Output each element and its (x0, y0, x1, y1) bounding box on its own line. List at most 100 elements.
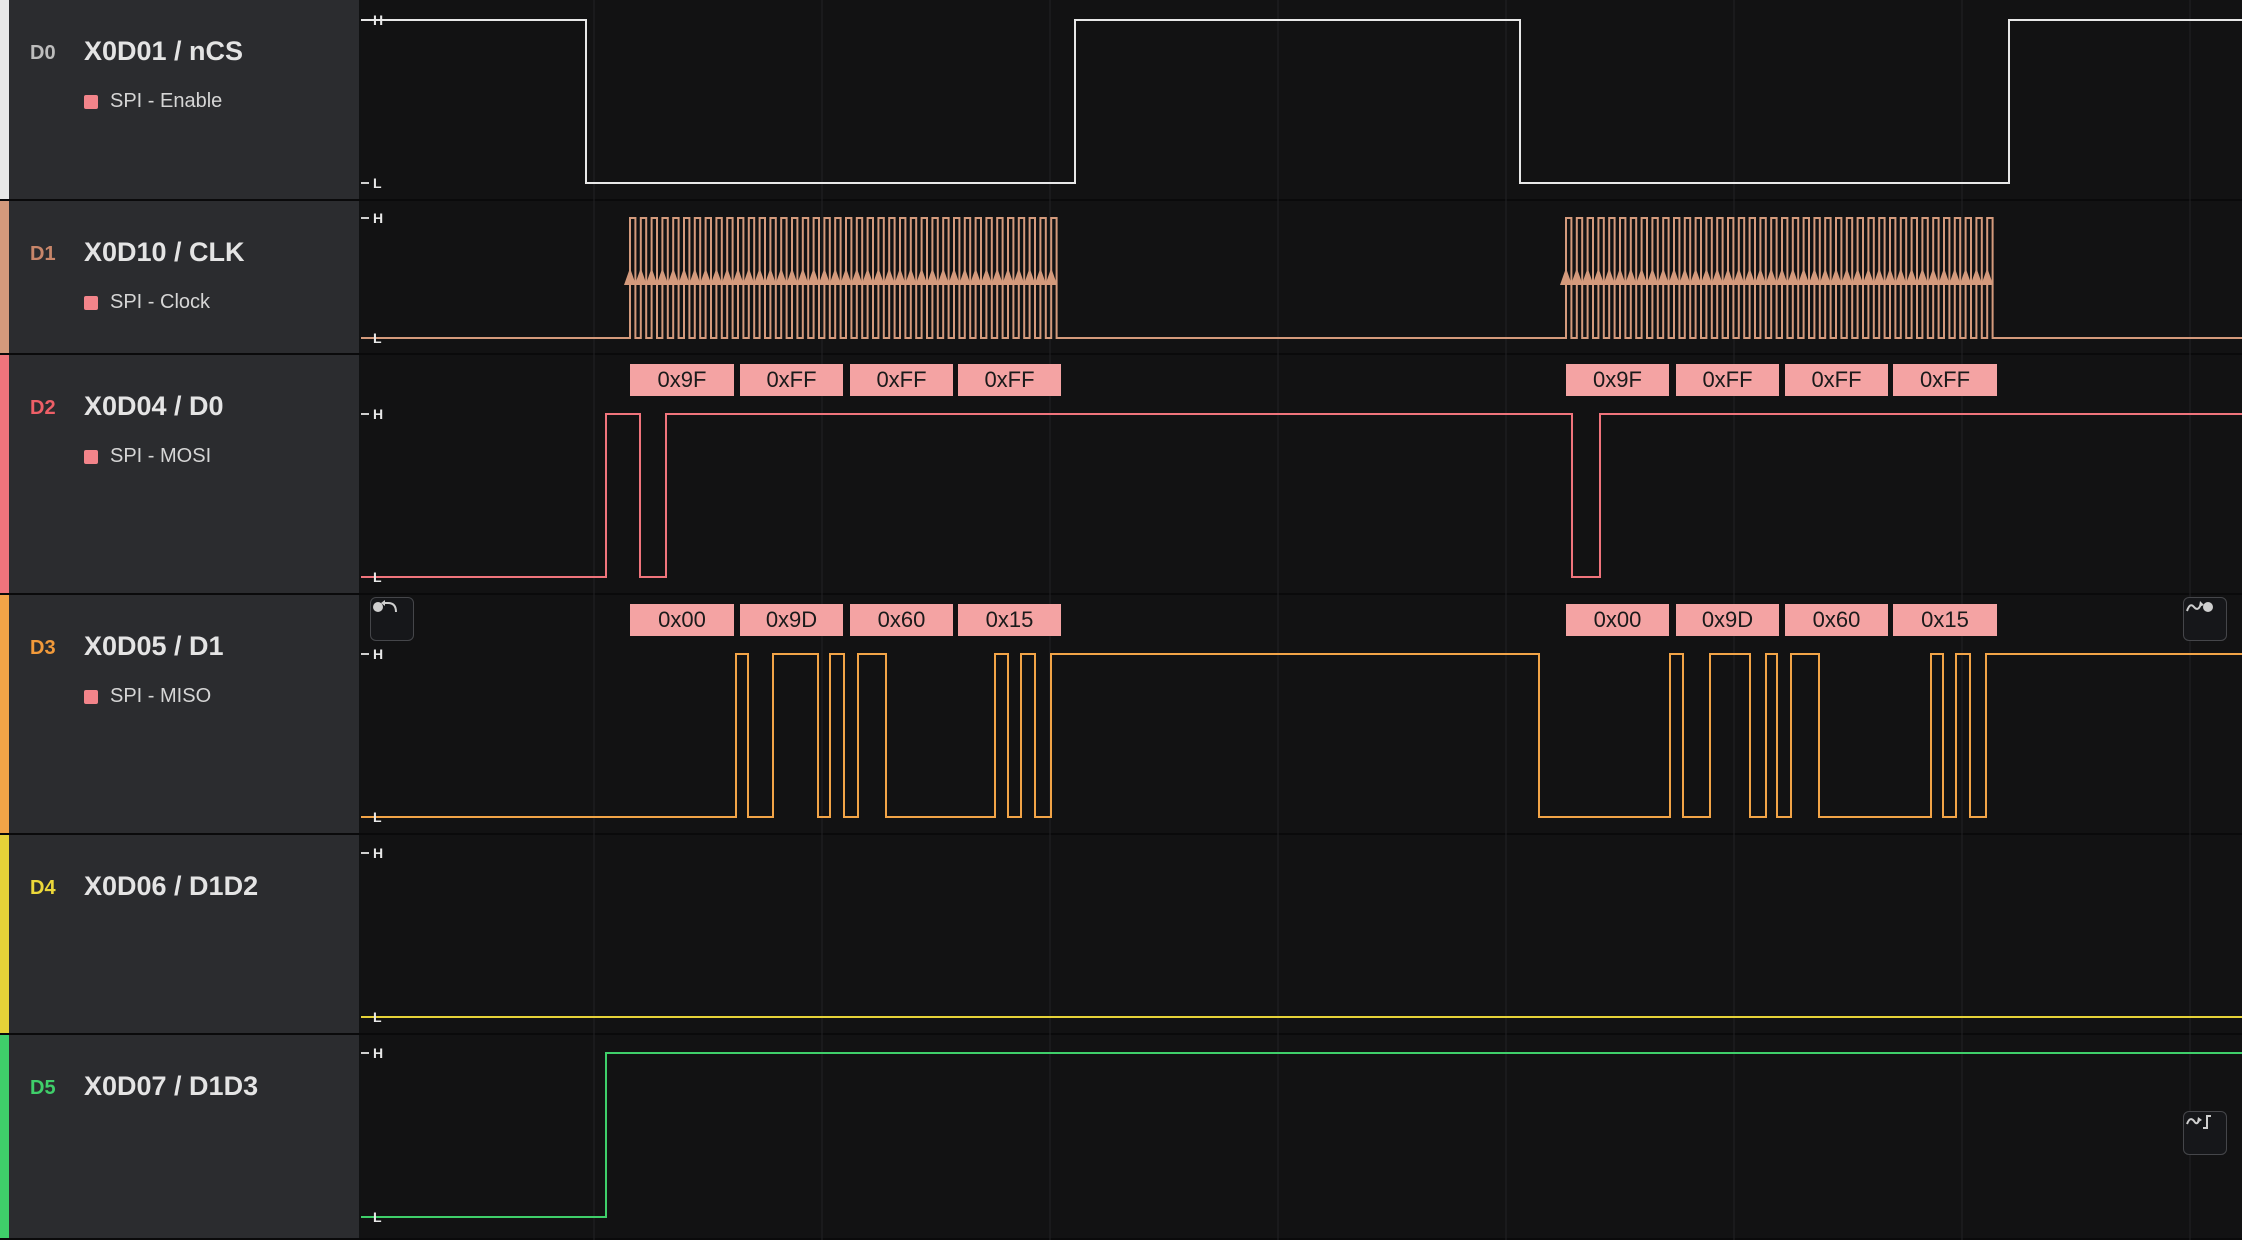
clock-edge-marker (1722, 268, 1734, 285)
clock-edge-marker (645, 268, 658, 285)
clock-edge-marker (732, 268, 744, 285)
decoded-byte[interactable]: 0x15 (1893, 604, 1997, 636)
waveform-svg (361, 835, 2242, 1035)
clock-edge-marker (1560, 268, 1572, 285)
clock-edge-marker (1603, 268, 1616, 285)
clock-edge-marker (818, 268, 831, 285)
analyzer-label: SPI - MOSI (110, 445, 212, 467)
clock-edge-marker (1916, 268, 1929, 285)
low-level-label: L (373, 330, 382, 346)
waveform-area[interactable]: 0x00 0x9D 0x60 0x15 0x00 0x9D 0x60 0x15 H L (361, 595, 2242, 835)
jump-previous-edge-button[interactable] (370, 597, 414, 641)
channel-row-d5: D5 X0D07 / D1D3 H L (0, 1035, 2242, 1240)
channel-name[interactable]: X0D04 / D0 (84, 391, 224, 422)
waveform-area[interactable]: HL (361, 835, 2242, 1035)
decoded-byte[interactable]: 0x60 (1785, 604, 1888, 636)
clock-edge-marker (1034, 268, 1047, 285)
clock-edge-marker (699, 268, 712, 285)
channel-name[interactable]: X0D05 / D1 (84, 631, 224, 662)
waveform-area[interactable]: HL (361, 0, 2242, 201)
channel-name[interactable]: X0D10 / CLK (84, 237, 245, 268)
clock-edge-marker (1948, 268, 1961, 285)
decoded-byte-value: 0x15 (1921, 607, 1969, 632)
analyzer-label: SPI - Enable (110, 90, 223, 112)
waveform-area[interactable]: HL (361, 1035, 2242, 1240)
channel-id: D2 (30, 397, 56, 419)
jump-previous-edge-icon (373, 600, 397, 613)
channel-name[interactable]: X0D06 / D1D2 (84, 871, 258, 902)
decoded-byte[interactable]: 0x9D (740, 604, 843, 636)
channel-name[interactable]: X0D07 / D1D3 (84, 1071, 258, 1102)
decoded-byte[interactable]: 0xFF (1785, 364, 1888, 396)
decoded-byte[interactable]: 0xFF (850, 364, 953, 396)
next-transition-button[interactable] (2183, 1111, 2227, 1155)
clock-edge-marker (1581, 268, 1594, 285)
channel-label-panel[interactable]: D4 X0D06 / D1D2 (0, 835, 359, 1033)
channel-row-d4: D4 X0D06 / D1D2 H L (0, 835, 2242, 1035)
channel-color-bar (0, 201, 9, 353)
clock-edge-marker (656, 268, 669, 285)
clock-edge-marker (1743, 268, 1756, 285)
channel-label-panel[interactable]: D3 X0D05 / D1 SPI - MISO (0, 595, 359, 833)
signal-trace (361, 413, 2242, 578)
high-level-label: H (373, 12, 384, 28)
clock-edge-marker (1646, 268, 1659, 285)
decoded-byte-value: 0xFF (984, 367, 1034, 392)
channel-name[interactable]: X0D01 / nCS (84, 36, 243, 67)
clock-edge-marker (1776, 268, 1788, 285)
decoded-byte-value: 0x9D (766, 607, 817, 632)
clock-edge-marker (872, 268, 885, 285)
jump-next-edge-button[interactable] (2183, 597, 2227, 641)
decoded-byte[interactable]: 0x60 (850, 604, 953, 636)
clock-edge-marker (710, 268, 723, 285)
clock-edge-marker (1012, 268, 1025, 285)
clock-edge-marker (904, 268, 917, 285)
channel-row-d0: D0 X0D01 / nCS SPI - Enable H L (0, 0, 2242, 201)
clock-edge-marker (861, 268, 874, 285)
clock-edge-marker (948, 268, 960, 285)
clock-edge-marker (807, 268, 820, 285)
clock-edge-marker (742, 268, 755, 285)
decoded-byte[interactable]: 0xFF (1676, 364, 1779, 396)
clock-edge-marker (624, 268, 636, 285)
clock-edge-marker (1002, 268, 1014, 285)
decoded-byte[interactable]: 0x9F (630, 364, 734, 396)
decoded-byte[interactable]: 0x9D (1676, 604, 1779, 636)
clock-edge-marker (1840, 268, 1853, 285)
clock-edge-marker (1797, 268, 1810, 285)
channel-label-panel[interactable]: D5 X0D07 / D1D3 (0, 1035, 359, 1238)
decoded-byte[interactable]: 0x00 (630, 604, 734, 636)
clock-edge-marker (1873, 268, 1886, 285)
decoded-byte[interactable]: 0xFF (958, 364, 1061, 396)
clock-edge-marker (1711, 268, 1724, 285)
decoded-byte[interactable]: 0x00 (1566, 604, 1669, 636)
channel-label-panel[interactable]: D1 X0D10 / CLK SPI - Clock (0, 201, 359, 353)
channel-color-bar (0, 0, 9, 199)
analyzer-color-swatch (84, 95, 98, 109)
clock-edge-marker (1894, 268, 1907, 285)
clock-edge-marker (1614, 268, 1626, 285)
channel-id: D3 (30, 637, 56, 659)
decoded-byte[interactable]: 0x9F (1566, 364, 1669, 396)
clock-edge-marker (1905, 268, 1918, 285)
channel-label-panel[interactable]: D0 X0D01 / nCS SPI - Enable (0, 0, 359, 199)
clock-edge-marker (1023, 268, 1036, 285)
signal-trace (361, 19, 2242, 184)
low-level-label: L (373, 175, 382, 191)
clock-edge-marker (1981, 268, 1994, 285)
decoded-byte-value: 0x9F (658, 367, 707, 392)
channel-label-panel[interactable]: D2 X0D04 / D0 SPI - MOSI (0, 355, 359, 593)
clock-edge-marker (1570, 268, 1583, 285)
clock-edge-marker (991, 268, 1004, 285)
channel-id: D4 (30, 877, 56, 899)
waveform-area[interactable]: 0x9F 0xFF 0xFF 0xFF 0x9F 0xFF 0xFF 0xFF H L (361, 355, 2242, 595)
clock-edge-marker (1668, 268, 1680, 285)
high-level-label: H (373, 1045, 384, 1061)
clock-edge-marker (937, 268, 950, 285)
analyzer-color-swatch (84, 690, 98, 704)
decoded-byte[interactable]: 0xFF (1893, 364, 1997, 396)
decoded-byte[interactable]: 0xFF (740, 364, 843, 396)
waveform-area[interactable]: HL (361, 201, 2242, 355)
decoded-byte[interactable]: 0x15 (958, 604, 1061, 636)
high-level-label: H (373, 646, 384, 662)
